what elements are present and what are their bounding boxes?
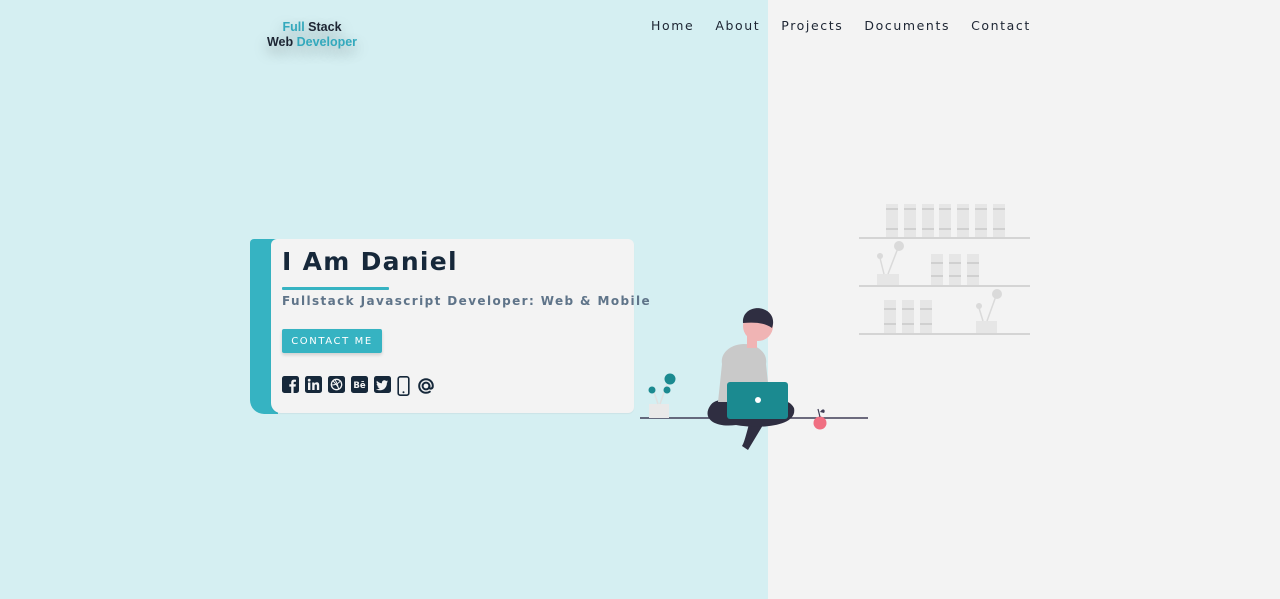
nav-link-contact[interactable]: Contact <box>971 18 1031 34</box>
contact-me-button[interactable]: CONTACT ME <box>282 329 382 353</box>
plant-illustration <box>648 373 676 418</box>
email-at-icon[interactable] <box>416 376 436 396</box>
site-logo[interactable]: Full Stack Web Developer <box>262 20 362 50</box>
hero-subtitle: Fullstack Javascript Developer: Web & Mo… <box>282 294 652 308</box>
hero-card: I Am Daniel Fullstack Javascript Develop… <box>271 239 650 413</box>
nav-link-projects[interactable]: Projects <box>781 18 843 34</box>
mobile-phone-icon[interactable] <box>397 376 410 396</box>
nav-link-about[interactable]: About <box>715 18 760 34</box>
apple-illustration <box>813 408 827 430</box>
nav-link-home[interactable]: Home <box>651 18 694 34</box>
developer-person-illustration <box>707 308 795 450</box>
main-navigation: Home About Projects Documents Contact <box>640 18 1052 34</box>
twitter-icon[interactable] <box>374 376 391 396</box>
linkedin-icon[interactable] <box>305 376 322 396</box>
behance-icon[interactable]: Bē <box>351 376 368 396</box>
dribbble-icon[interactable] <box>328 376 345 396</box>
nav-link-documents[interactable]: Documents <box>864 18 950 34</box>
bookshelf-illustration <box>859 204 1030 335</box>
svg-text:Bē: Bē <box>353 381 365 391</box>
hero-heading: I Am Daniel <box>282 247 458 276</box>
social-links: Bē <box>282 376 442 396</box>
facebook-icon[interactable] <box>282 376 299 396</box>
heading-underline <box>282 287 389 290</box>
hero-illustration <box>636 196 1036 460</box>
